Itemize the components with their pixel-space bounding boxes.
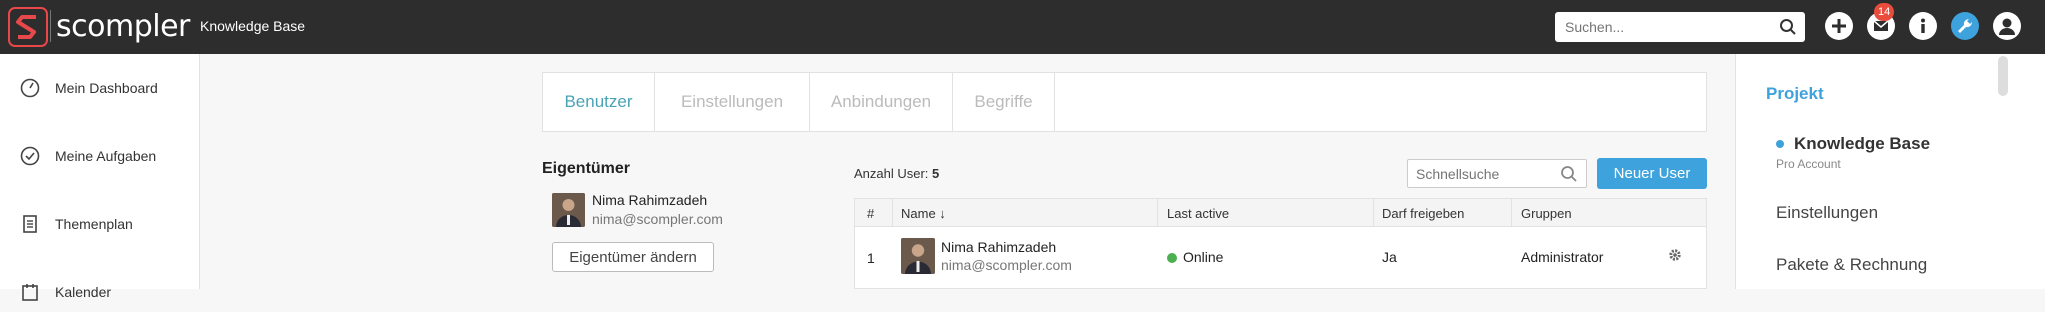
owner-name: Nima Rahimzadeh bbox=[592, 192, 708, 208]
sidebar-item-label: Themenplan bbox=[55, 216, 133, 232]
change-owner-button[interactable]: Eigentümer ändern bbox=[552, 242, 714, 272]
column-header-index: # bbox=[867, 206, 875, 221]
owner-email: nima@scompler.com bbox=[592, 211, 723, 227]
sidebar: Mein Dashboard Meine Aufgaben Themenplan… bbox=[0, 54, 200, 301]
info-icon[interactable] bbox=[1909, 12, 1937, 40]
gear-icon[interactable] bbox=[1668, 248, 1682, 265]
top-bar: scompler Knowledge Base 14 bbox=[0, 0, 2045, 54]
user-count-label: Anzahl User: bbox=[854, 166, 929, 181]
column-divider bbox=[1157, 199, 1158, 227]
logo-divider bbox=[50, 10, 51, 42]
new-user-button[interactable]: Neuer User bbox=[1597, 158, 1707, 189]
plus-icon[interactable] bbox=[1825, 12, 1853, 40]
column-header-can-release[interactable]: Darf freigeben bbox=[1382, 206, 1464, 221]
calendar-icon bbox=[20, 282, 40, 302]
tab-benutzer[interactable]: Benutzer bbox=[543, 73, 655, 131]
user-icon[interactable] bbox=[1993, 12, 2021, 40]
search-icon[interactable] bbox=[1560, 165, 1578, 183]
row-groups: Administrator bbox=[1521, 249, 1604, 265]
sidebar-item-dashboard[interactable]: Mein Dashboard bbox=[0, 68, 200, 108]
owner-heading: Eigentümer bbox=[542, 160, 631, 177]
column-divider bbox=[1373, 199, 1374, 227]
tab-einstellungen[interactable]: Einstellungen bbox=[655, 73, 810, 131]
row-name[interactable]: Nima Rahimzadeh bbox=[941, 239, 1056, 255]
user-count: Anzahl User: 5 bbox=[854, 166, 939, 181]
active-project-indicator bbox=[1776, 140, 1784, 148]
document-icon bbox=[20, 214, 40, 234]
column-header-last-active[interactable]: Last active bbox=[1167, 206, 1229, 221]
panel-scrollbar[interactable] bbox=[1998, 56, 2008, 96]
scompler-logo-icon[interactable] bbox=[8, 7, 48, 47]
settings-tabs: Benutzer Einstellungen Anbindungen Begri… bbox=[542, 72, 1707, 132]
global-search[interactable] bbox=[1555, 12, 1805, 42]
table-header: # Name ↓ Last active Darf freigeben Grup… bbox=[855, 199, 1706, 227]
user-count-value: 5 bbox=[932, 166, 940, 181]
wrench-icon[interactable] bbox=[1951, 12, 1979, 40]
quick-search[interactable] bbox=[1407, 159, 1587, 188]
sidebar-item-label: Kalender bbox=[55, 284, 112, 300]
online-status-icon bbox=[1167, 253, 1177, 263]
global-search-input[interactable] bbox=[1555, 12, 1755, 42]
project-title[interactable]: Knowledge Base bbox=[200, 18, 305, 34]
avatar bbox=[901, 238, 935, 274]
brand-name: scompler bbox=[56, 9, 190, 44]
row-index: 1 bbox=[867, 250, 875, 266]
users-table: # Name ↓ Last active Darf freigeben Grup… bbox=[854, 198, 1707, 289]
project-section-title: Projekt bbox=[1766, 84, 1824, 103]
check-circle-icon bbox=[20, 146, 40, 166]
sidebar-item-themenplan[interactable]: Themenplan bbox=[0, 204, 200, 244]
quick-search-input[interactable] bbox=[1408, 160, 1548, 187]
row-email: nima@scompler.com bbox=[941, 257, 1072, 273]
tab-anbindungen[interactable]: Anbindungen bbox=[810, 73, 953, 131]
column-header-name[interactable]: Name ↓ bbox=[901, 206, 946, 221]
link-plans-billing[interactable]: Pakete & Rechnung bbox=[1776, 255, 1927, 275]
row-can-release: Ja bbox=[1382, 249, 1397, 265]
avatar bbox=[552, 193, 585, 227]
row-last-active: Online bbox=[1183, 249, 1224, 265]
column-header-groups[interactable]: Gruppen bbox=[1521, 206, 1572, 221]
project-name[interactable]: Knowledge Base bbox=[1794, 134, 1930, 154]
sidebar-item-label: Meine Aufgaben bbox=[55, 148, 157, 164]
sidebar-item-calendar[interactable]: Kalender bbox=[0, 272, 200, 312]
sidebar-item-label: Mein Dashboard bbox=[55, 80, 158, 96]
tab-begriffe[interactable]: Begriffe bbox=[953, 73, 1055, 131]
gauge-icon bbox=[20, 78, 40, 98]
search-icon[interactable] bbox=[1779, 18, 1797, 36]
sidebar-item-tasks[interactable]: Meine Aufgaben bbox=[0, 136, 200, 176]
account-type: Pro Account bbox=[1776, 157, 1841, 171]
column-divider bbox=[892, 199, 893, 227]
link-settings[interactable]: Einstellungen bbox=[1776, 203, 1878, 223]
notifications-badge: 14 bbox=[1874, 3, 1895, 21]
column-divider bbox=[1511, 199, 1512, 227]
